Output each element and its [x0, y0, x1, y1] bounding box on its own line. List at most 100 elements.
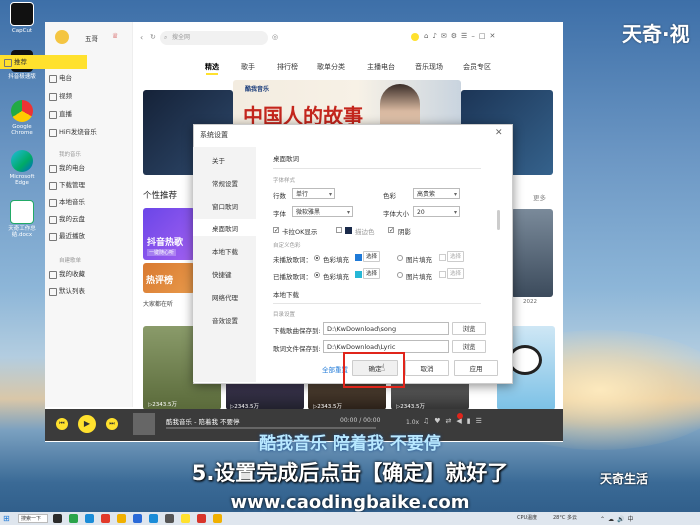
wechat-icon[interactable]: [69, 514, 78, 523]
player-controls[interactable]: ♫♥⇄◀▮☰: [423, 417, 487, 425]
karaoke-checkbox[interactable]: ✓: [273, 227, 279, 234]
desktop-icon-edge[interactable]: Microsoft Edge: [2, 150, 42, 186]
taskbar-app-icon[interactable]: [101, 514, 110, 523]
unplayed-color-swatch[interactable]: [355, 254, 362, 261]
tab-charts[interactable]: 排行榜: [277, 62, 298, 72]
settings-nav-shortcuts[interactable]: 快捷键: [212, 269, 232, 279]
color-select[interactable]: 高贵紫: [413, 188, 460, 200]
back-icon[interactable]: ‹: [140, 33, 143, 42]
edge-icon[interactable]: [149, 514, 158, 523]
refresh-icon[interactable]: ↻: [150, 33, 156, 41]
live-icon: [49, 111, 57, 119]
unplayed-image-fill-radio[interactable]: [397, 255, 403, 261]
sidebar-item-hifi[interactable]: HiFi发烧音乐: [45, 125, 132, 139]
desktop-icon-chrome[interactable]: Google Chrome: [2, 100, 42, 136]
sidebar-item-label: 视频: [59, 92, 72, 100]
sidebar-item-local[interactable]: 本地音乐: [45, 195, 132, 209]
sidebar-item-video[interactable]: 视频: [45, 89, 132, 103]
dir-settings-label: 目录设置: [273, 312, 296, 318]
played-choose-button[interactable]: 选择: [363, 268, 380, 279]
sidebar-item-radio[interactable]: 电台: [45, 71, 132, 85]
taskbar-app-icon[interactable]: [213, 514, 222, 523]
more-link[interactable]: 更多: [533, 192, 546, 202]
sidebar-item-default-list[interactable]: 默认列表: [45, 284, 132, 298]
played-color-fill-radio[interactable]: [314, 272, 320, 278]
vip-badge-icon[interactable]: [411, 33, 419, 41]
close-icon[interactable]: ✕: [495, 128, 503, 138]
tab-active-indicator: [206, 73, 218, 75]
sidebar-item-label: 电台: [59, 74, 72, 82]
taskbar-app-icon[interactable]: [85, 514, 94, 523]
sidebar-item-downloads[interactable]: 下载管理: [45, 178, 132, 192]
tab-vip[interactable]: 会员专区: [463, 62, 491, 72]
color-fill-label: 色彩填充: [323, 273, 349, 281]
chrome-icon[interactable]: [133, 514, 142, 523]
settings-nav-local-download[interactable]: 本地下载: [212, 246, 238, 256]
cancel-button[interactable]: 取消: [405, 360, 449, 376]
sidebar-item-label: 直播: [59, 110, 72, 118]
download-icon: [49, 182, 57, 190]
settings-nav-proxy[interactable]: 网络代理: [212, 292, 238, 302]
speed-control[interactable]: 1.0x: [406, 419, 419, 426]
sidebar-item-recommend[interactable]: 推荐: [0, 55, 87, 69]
window-controls[interactable]: ⌂♪✉⚙☰–□✕: [424, 32, 499, 40]
watermark-top: 天奇·视: [622, 22, 690, 46]
kuwo-music-icon[interactable]: [181, 514, 190, 523]
apply-button[interactable]: 应用: [454, 360, 498, 376]
played-color-swatch[interactable]: [355, 271, 362, 278]
outline-checkbox[interactable]: [336, 227, 342, 233]
vip-icon[interactable]: ♕: [112, 32, 118, 40]
taskbar-app-icon[interactable]: [165, 514, 174, 523]
sidebar-item-my-radio[interactable]: 我的电台: [45, 161, 132, 175]
outline-color-swatch[interactable]: [345, 227, 352, 234]
sidebar-item-recent[interactable]: 最近播放: [45, 229, 132, 243]
cursor-hand-icon: ☝: [379, 363, 386, 374]
settings-nav-about[interactable]: 关于: [212, 155, 225, 165]
desktop-icon-capcut[interactable]: CapCut: [2, 2, 42, 34]
tab-playlist-categories[interactable]: 歌单分类: [317, 62, 345, 72]
tab-singers[interactable]: 歌手: [241, 62, 255, 72]
unplayed-image-swatch[interactable]: [439, 254, 446, 261]
desktop-icon-doc[interactable]: 天奇工作总结.docx: [2, 200, 42, 238]
wps-icon[interactable]: [197, 514, 206, 523]
user-name[interactable]: 五哥: [85, 33, 98, 43]
lyric-dir-browse-button[interactable]: 浏览: [452, 340, 486, 353]
website-url: www.caodingbaike.com: [230, 492, 470, 513]
tab-live[interactable]: 音乐现场: [415, 62, 443, 72]
voice-search-icon[interactable]: ◎: [272, 33, 278, 41]
windows-start-icon[interactable]: ⊞: [3, 514, 10, 523]
song-dir-input[interactable]: D:\KwDownload\song: [323, 322, 449, 335]
shadow-label: 阴影: [398, 228, 411, 236]
banner-brand: 酷我音乐: [245, 86, 270, 93]
taskbar-search-input[interactable]: 搜索一下: [18, 514, 48, 523]
unplayed-choose-button[interactable]: 选择: [363, 251, 380, 262]
tab-featured[interactable]: 精选: [205, 62, 219, 72]
font-size-select[interactable]: 20: [413, 206, 460, 218]
tab-radio[interactable]: 主播电台: [367, 62, 395, 72]
rows-select[interactable]: 单行: [292, 188, 335, 200]
system-tray-icons[interactable]: ⌃☁🔊中: [600, 514, 637, 523]
edge-icon: [11, 150, 33, 172]
settings-nav-general[interactable]: 常规设置: [212, 178, 238, 188]
card-right-image[interactable]: [511, 209, 553, 297]
scrollbar-thumb[interactable]: [497, 210, 500, 230]
settings-nav-audio-effects[interactable]: 音效设置: [212, 315, 238, 325]
sidebar-item-favorites[interactable]: 我的收藏: [45, 267, 132, 281]
song-dir-browse-button[interactable]: 浏览: [452, 322, 486, 335]
played-image-fill-radio[interactable]: [397, 272, 403, 278]
unplayed-color-fill-radio[interactable]: [314, 255, 320, 261]
sidebar-item-live[interactable]: 直播: [45, 107, 132, 121]
unplayed-image-choose-button[interactable]: 选择: [447, 251, 464, 262]
played-image-swatch[interactable]: [439, 271, 446, 278]
avatar[interactable]: [55, 30, 69, 44]
played-image-choose-button[interactable]: 选择: [447, 268, 464, 279]
font-select[interactable]: 微软雅黑: [292, 206, 353, 218]
settings-nav-window-lyrics[interactable]: 窗口歌词: [212, 201, 238, 211]
shadow-checkbox[interactable]: ✓: [388, 227, 394, 234]
settings-nav-desktop-lyrics[interactable]: 桌面歌词: [212, 223, 238, 233]
folder-icon[interactable]: [117, 514, 126, 523]
sidebar-item-cloud[interactable]: 我的云盘: [45, 212, 132, 226]
search-input[interactable]: 搜全网: [160, 31, 268, 45]
taskbar-app-icon[interactable]: [53, 514, 62, 523]
sidebar-item-label: 下载管理: [59, 181, 85, 189]
